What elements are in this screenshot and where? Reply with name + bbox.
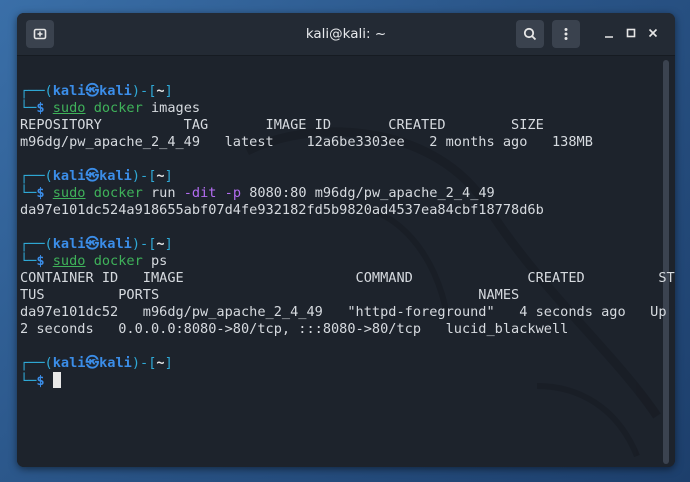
minimize-button[interactable] xyxy=(601,26,617,42)
terminal-output: ┌──(kali㉿kali)-[~] └─$ sudo docker image… xyxy=(20,56,675,440)
prompt-mid: )-[ xyxy=(131,168,157,184)
command-args: 8080:80 m96dg/pw_apache_2_4_49 xyxy=(249,185,495,201)
command-args: images xyxy=(150,100,201,116)
output-line: m96dg/pw_apache_2_4_49 latest 12a6be3303… xyxy=(20,134,593,150)
search-button[interactable] xyxy=(516,20,544,48)
search-icon xyxy=(523,27,537,41)
close-button[interactable] xyxy=(645,26,661,42)
sudo-keyword: sudo xyxy=(52,100,86,116)
output-line: da97e101dc52 m96dg/pw_apache_2_4_49 "htt… xyxy=(20,304,667,320)
output-line: REPOSITORY TAG IMAGE ID CREATED SIZE xyxy=(20,117,544,133)
prompt-user: kali㉿kali xyxy=(52,236,132,252)
terminal-area[interactable]: ┌──(kali㉿kali)-[~] └─$ sudo docker image… xyxy=(17,56,675,467)
prompt-dollar: $ xyxy=(36,373,45,389)
command-subcommand: run xyxy=(150,185,176,201)
menu-button[interactable] xyxy=(552,20,580,48)
command-line: └─$ sudo docker images xyxy=(20,100,200,117)
active-command-line[interactable]: └─$ xyxy=(20,372,61,389)
prompt-cwd: ~ xyxy=(156,236,165,252)
text-cursor xyxy=(52,372,61,388)
prompt-open: ┌──( xyxy=(20,168,53,184)
maximize-button[interactable] xyxy=(623,26,639,42)
prompt-open: ┌──( xyxy=(20,83,53,99)
prompt-mid: )-[ xyxy=(131,355,157,371)
prompt-cwd: ~ xyxy=(156,168,165,184)
command-line: └─$ sudo docker run -dit -p 8080:80 m96d… xyxy=(20,185,495,202)
prompt-header: ┌──(kali㉿kali)-[~] xyxy=(20,168,173,185)
prompt-dollar: $ xyxy=(36,185,45,201)
command-name: docker xyxy=(93,253,143,269)
prompt-close: ] xyxy=(164,355,173,371)
prompt-corner: └─ xyxy=(20,373,37,389)
output-line: CONTAINER ID IMAGE COMMAND CREATED STA xyxy=(20,270,675,286)
prompt-dollar: $ xyxy=(36,100,45,116)
sudo-keyword: sudo xyxy=(52,253,86,269)
terminal-window: kali@kali: ~ ┌──(kali㉿kali)-[~] └─$ sudo… xyxy=(17,13,675,467)
prompt-corner: └─ xyxy=(20,100,37,116)
command-line: └─$ sudo docker ps xyxy=(20,253,167,270)
prompt-user: kali㉿kali xyxy=(52,83,132,99)
prompt-cwd: ~ xyxy=(156,355,165,371)
command-name: docker xyxy=(93,100,143,116)
output-line: da97e101dc524a918655abf07d4fe932182fd5b9… xyxy=(20,202,544,218)
prompt-corner: └─ xyxy=(20,253,37,269)
prompt-mid: )-[ xyxy=(131,236,157,252)
prompt-user: kali㉿kali xyxy=(52,168,132,184)
maximize-icon xyxy=(626,28,636,38)
prompt-dollar: $ xyxy=(36,253,45,269)
command-name: docker xyxy=(93,185,143,201)
prompt-user: kali㉿kali xyxy=(52,355,132,371)
prompt-header: ┌──(kali㉿kali)-[~] xyxy=(20,236,173,253)
prompt-close: ] xyxy=(164,168,173,184)
output-line: 2 seconds 0.0.0.0:8080->80/tcp, :::8080-… xyxy=(20,321,569,337)
new-tab-button[interactable] xyxy=(26,20,54,48)
new-tab-icon xyxy=(33,28,47,40)
kebab-menu-icon xyxy=(564,28,568,40)
prompt-header: ┌──(kali㉿kali)-[~] xyxy=(20,355,173,372)
prompt-open: ┌──( xyxy=(20,355,53,371)
prompt-cwd: ~ xyxy=(156,83,165,99)
prompt-close: ] xyxy=(164,83,173,99)
prompt-corner: └─ xyxy=(20,185,37,201)
command-args: ps xyxy=(150,253,168,269)
title-bar: kali@kali: ~ xyxy=(17,13,675,56)
prompt-header: ┌──(kali㉿kali)-[~] xyxy=(20,83,173,100)
prompt-open: ┌──( xyxy=(20,236,53,252)
minimize-icon xyxy=(605,36,613,38)
prompt-close: ] xyxy=(164,236,173,252)
prompt-mid: )-[ xyxy=(131,83,157,99)
scrollbar[interactable] xyxy=(663,60,669,464)
command-flags: -dit -p xyxy=(183,185,242,201)
output-line: TUS PORTS NAMES xyxy=(20,287,520,303)
sudo-keyword: sudo xyxy=(52,185,86,201)
close-icon xyxy=(648,28,658,38)
